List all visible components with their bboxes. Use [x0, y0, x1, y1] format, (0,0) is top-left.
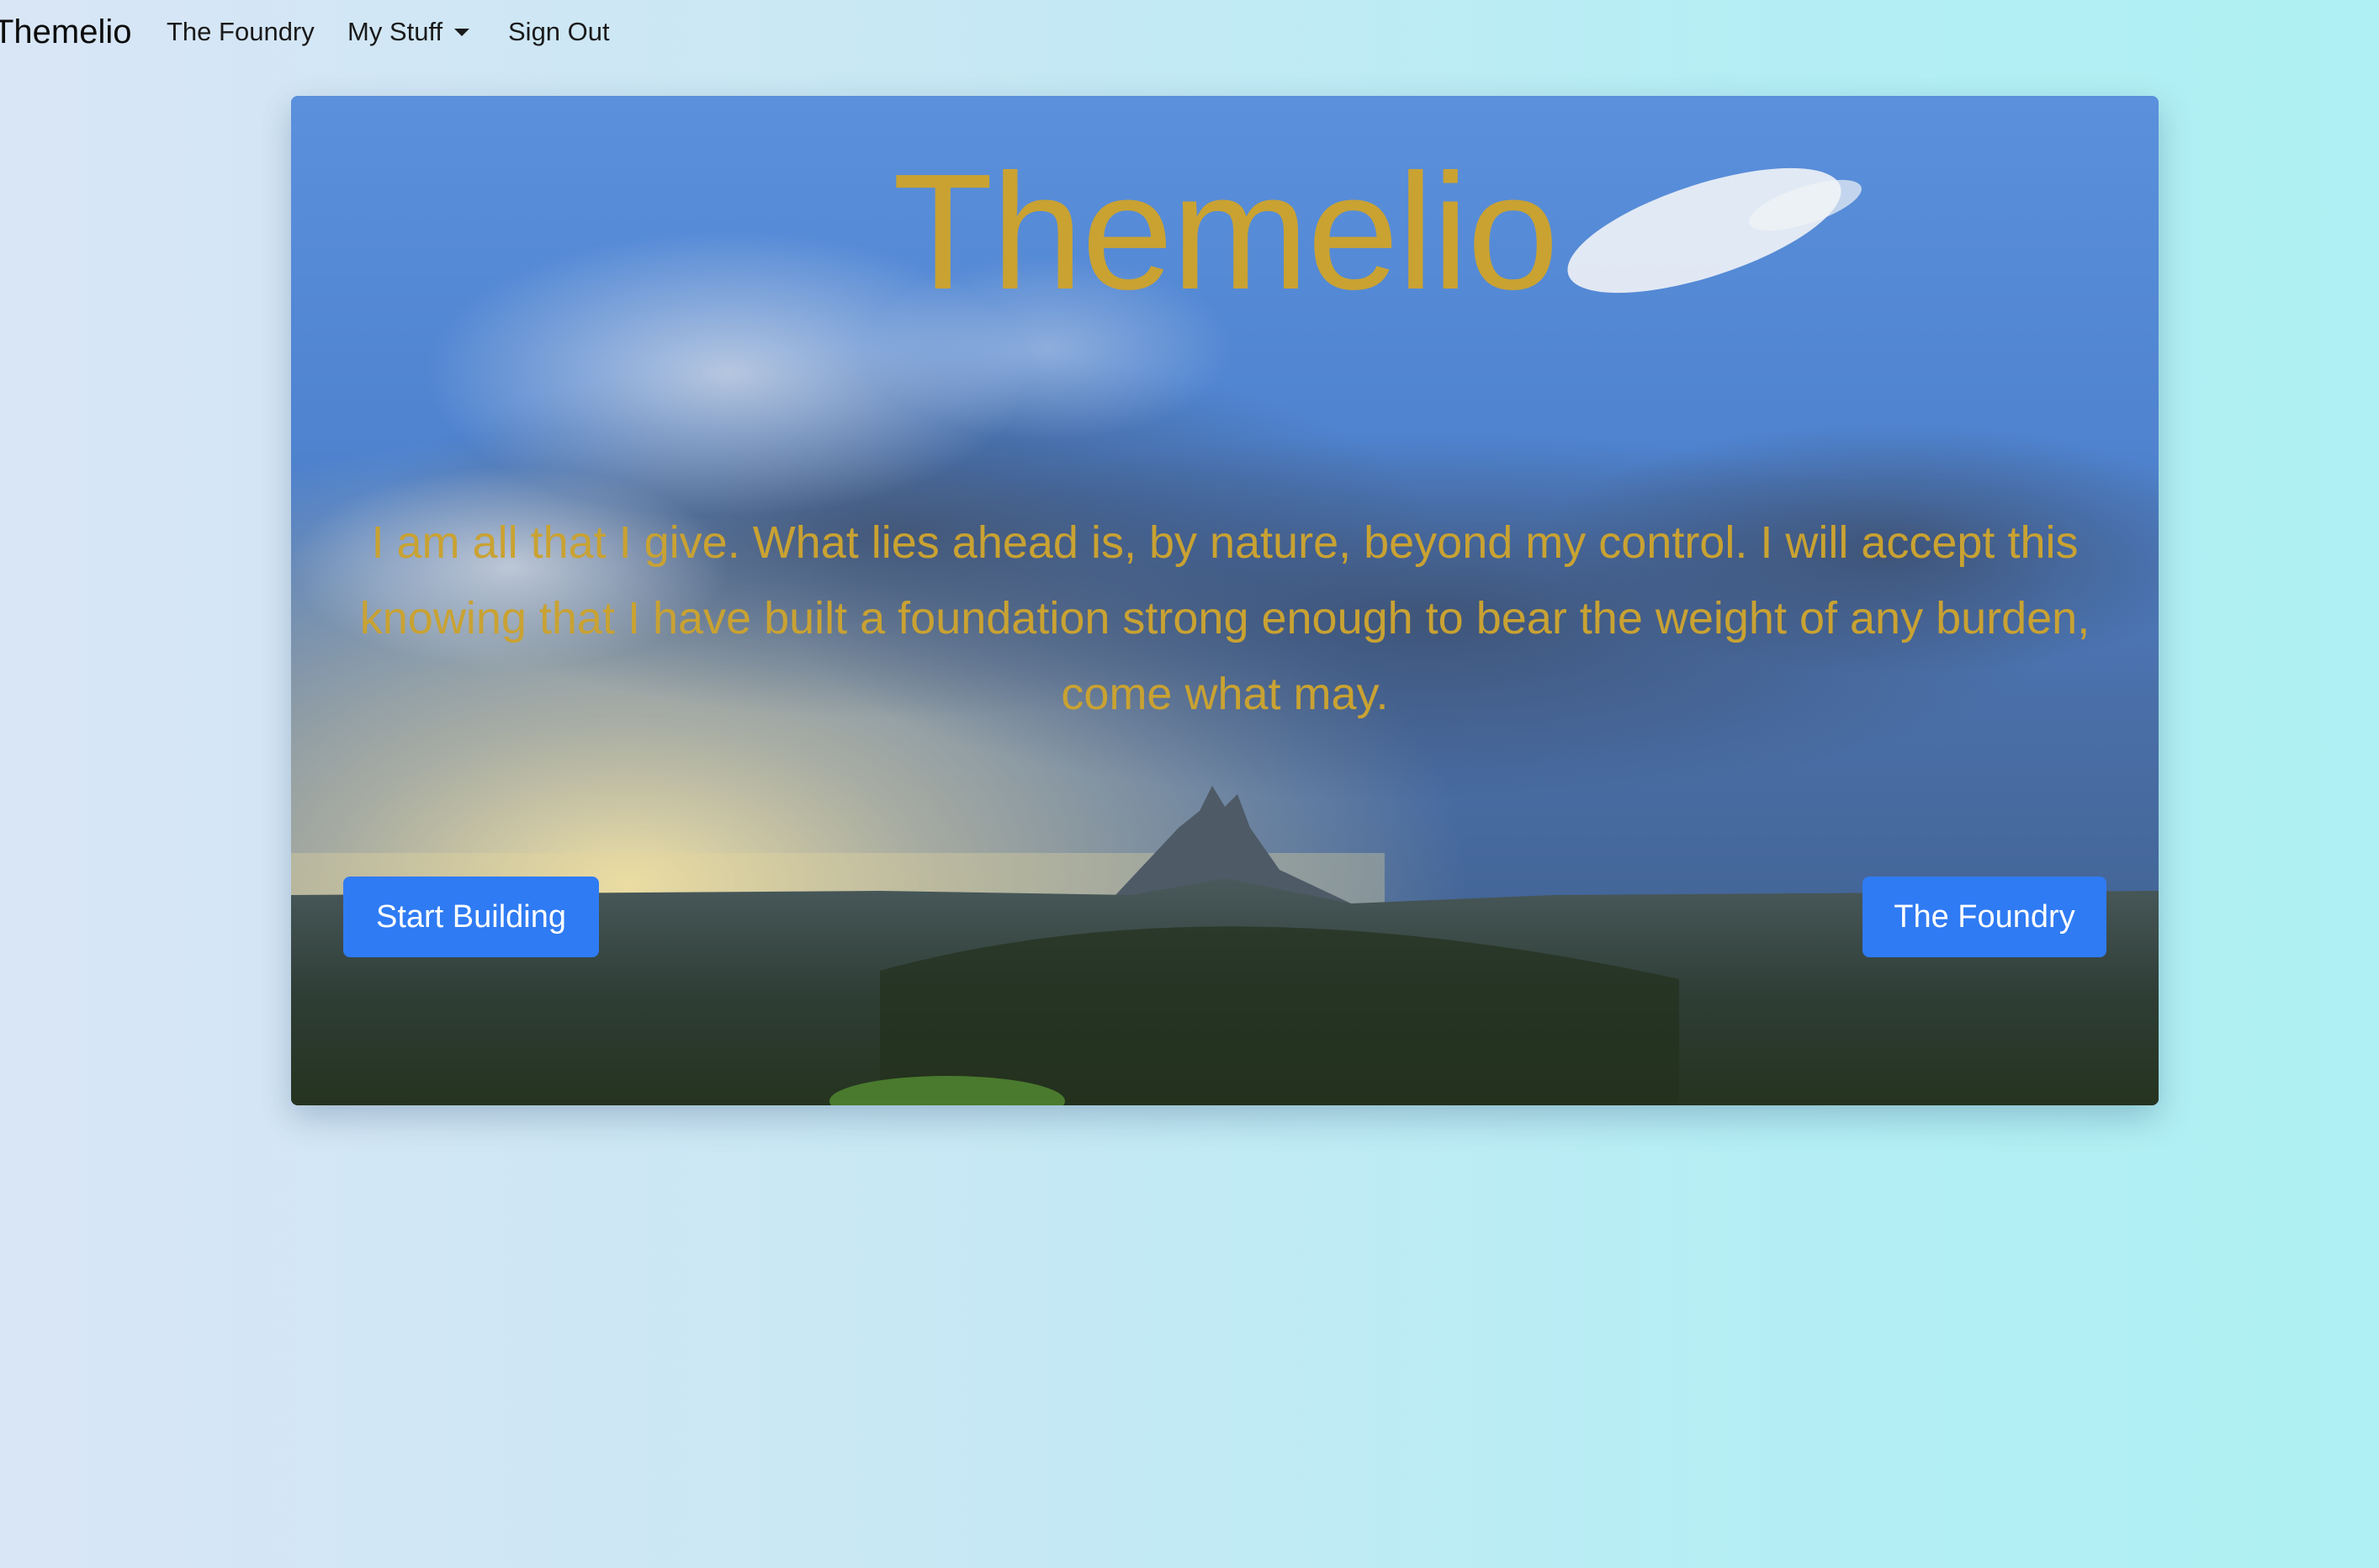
hero-card: Themelio I am all that I give. What lies…: [291, 96, 2159, 1105]
nav-link-sign-out[interactable]: Sign Out: [508, 12, 610, 52]
top-navbar: Themelio The Foundry My Stuff Sign Out: [0, 0, 2379, 66]
nav-link-the-foundry[interactable]: The Foundry: [167, 12, 315, 52]
nav-dropdown-label: My Stuff: [347, 17, 443, 46]
navbar-brand[interactable]: Themelio: [0, 8, 132, 56]
caret-down-icon: [454, 29, 470, 36]
the-foundry-button[interactable]: The Foundry: [1862, 877, 2106, 957]
start-building-button[interactable]: Start Building: [343, 877, 599, 957]
hero-quote: I am all that I give. What lies ahead is…: [359, 517, 2090, 719]
nav-dropdown-my-stuff[interactable]: My Stuff: [347, 12, 470, 52]
hero-title: Themelio: [892, 140, 1559, 324]
